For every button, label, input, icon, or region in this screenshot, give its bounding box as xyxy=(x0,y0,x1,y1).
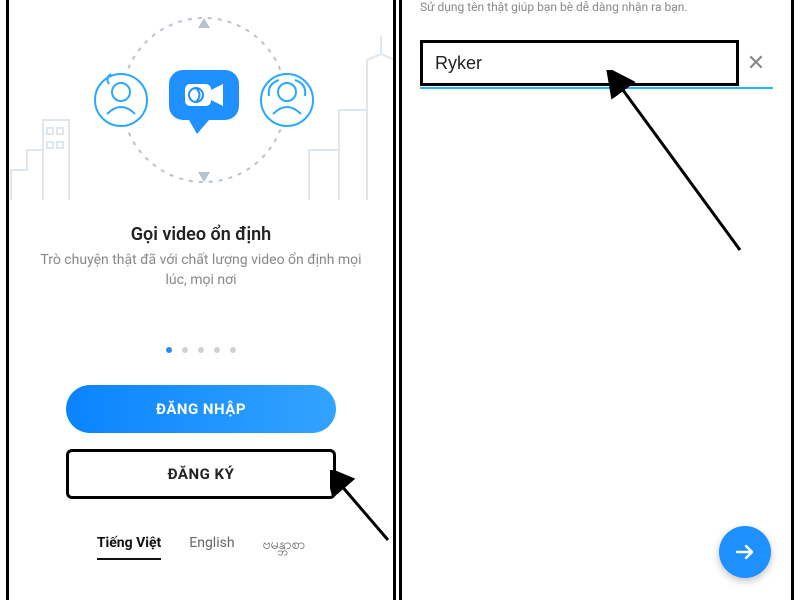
welcome-screen: Gọi video ổn định Trò chuyện thật đã với… xyxy=(6,0,396,600)
page-dot[interactable] xyxy=(214,347,220,353)
onboarding-illustration xyxy=(9,0,393,220)
page-dot[interactable] xyxy=(182,347,188,353)
input-underline xyxy=(420,87,773,89)
name-hint-text: Sử dụng tên thật giúp bạn bè dễ dàng nhậ… xyxy=(402,0,791,18)
page-indicator xyxy=(9,338,393,357)
next-button[interactable] xyxy=(719,526,771,578)
register-button[interactable]: ĐĂNG KÝ xyxy=(66,449,336,499)
video-call-illustration xyxy=(9,0,393,220)
lang-option-my[interactable]: ဗမန္ဘာစာ xyxy=(263,535,306,560)
page-dot[interactable] xyxy=(198,347,204,353)
name-input-row: ✕ xyxy=(420,40,773,86)
lang-option-vi[interactable]: Tiếng Việt xyxy=(97,535,161,560)
lang-option-en[interactable]: English xyxy=(189,535,234,560)
name-entry-screen: Sử dụng tên thật giúp bạn bè dễ dàng nhậ… xyxy=(399,0,794,600)
onboarding-subtitle: Trò chuyện thật đã với chất lượng video … xyxy=(9,245,393,290)
onboarding-title: Gọi video ổn định xyxy=(9,224,393,245)
name-input[interactable] xyxy=(420,40,739,86)
page-dot[interactable] xyxy=(230,347,236,353)
language-selector: Tiếng Việt English ဗမန္ဘာစာ xyxy=(9,535,393,560)
arrow-right-icon xyxy=(733,540,757,564)
page-dot[interactable] xyxy=(166,347,172,353)
clear-icon[interactable]: ✕ xyxy=(739,51,773,76)
login-button[interactable]: ĐĂNG NHẬP xyxy=(66,385,336,433)
